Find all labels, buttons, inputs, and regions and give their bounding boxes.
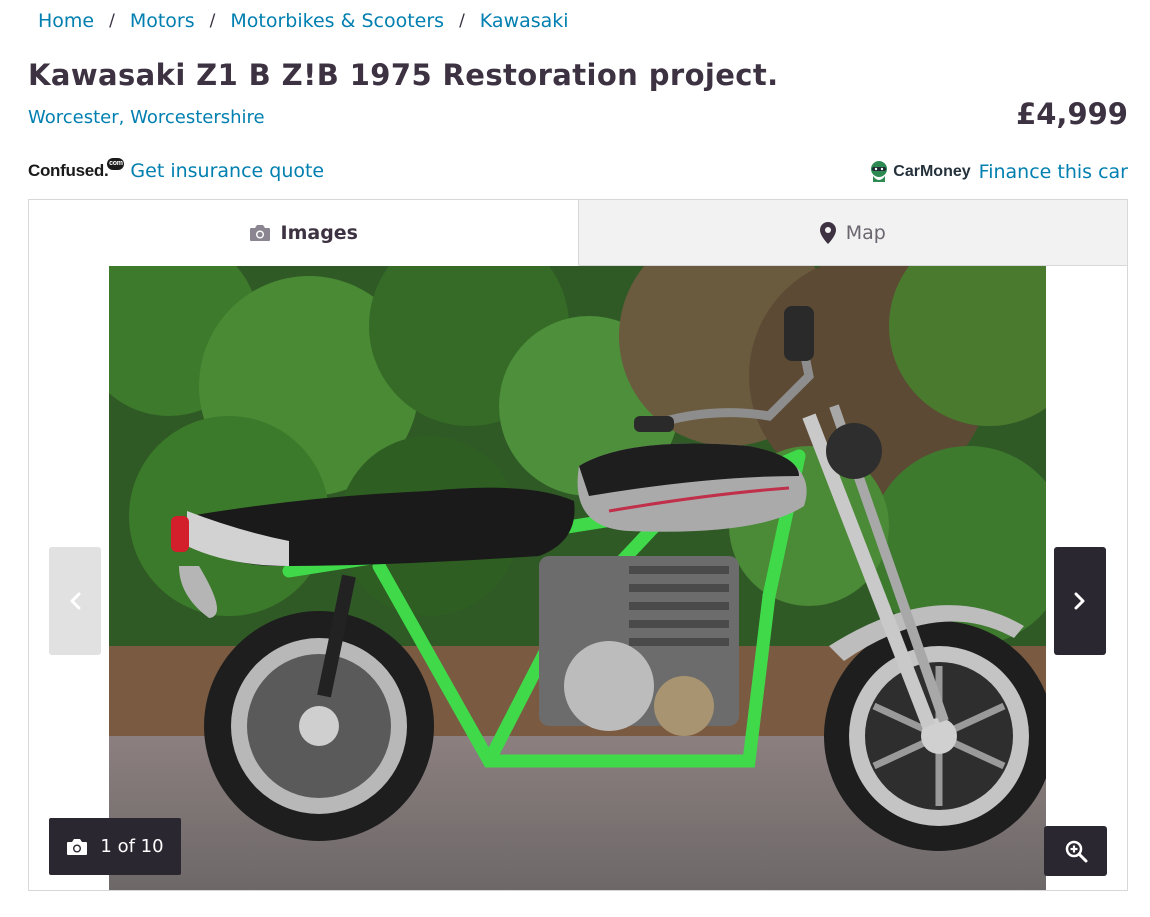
chevron-left-icon xyxy=(70,592,81,610)
zoom-button[interactable] xyxy=(1044,826,1107,876)
confused-logo: Confused. com xyxy=(28,158,125,180)
breadcrumb-home[interactable]: Home xyxy=(38,10,94,32)
breadcrumb-motorbikes-scooters[interactable]: Motorbikes & Scooters xyxy=(230,10,444,32)
map-pin-icon xyxy=(819,221,836,244)
listing-price: £4,999 xyxy=(1016,97,1128,131)
breadcrumb-separator: / xyxy=(109,11,115,31)
breadcrumb-separator: / xyxy=(459,11,465,31)
carmoney-mascot-icon xyxy=(871,161,888,182)
breadcrumb-kawasaki[interactable]: Kawasaki xyxy=(480,10,569,32)
finance-offer: CarMoney Finance this car xyxy=(869,160,1128,184)
insurance-quote: Confused. com Get insurance quote xyxy=(28,158,324,182)
chevron-right-icon xyxy=(1074,592,1085,610)
tab-map[interactable]: Map xyxy=(578,200,1127,266)
motorbike-photo xyxy=(109,266,1046,890)
listing-location[interactable]: Worcester, Worcestershire xyxy=(28,107,265,128)
carmoney-logo: CarMoney xyxy=(869,160,971,184)
camera-icon xyxy=(249,224,270,241)
tab-images[interactable]: Images xyxy=(29,200,579,266)
image-counter[interactable]: 1 of 10 xyxy=(49,818,181,875)
listing-gallery: Images Map 1 of 10 xyxy=(28,199,1128,891)
breadcrumb: Home / Motors / Motorbikes & Scooters / … xyxy=(38,10,569,32)
zoom-in-icon xyxy=(1065,840,1087,863)
finance-this-car-link[interactable]: Finance this car xyxy=(979,161,1128,183)
breadcrumb-motors[interactable]: Motors xyxy=(130,10,195,32)
listing-title: Kawasaki Z1 B Z!B 1975 Restoration proje… xyxy=(28,58,779,92)
next-image-button[interactable] xyxy=(1054,547,1106,655)
breadcrumb-separator: / xyxy=(209,11,216,31)
gallery-tabs: Images Map xyxy=(29,200,1127,266)
tab-map-label: Map xyxy=(845,221,886,244)
listing-photo[interactable] xyxy=(109,266,1046,890)
get-insurance-quote-link[interactable]: Get insurance quote xyxy=(130,160,324,182)
image-counter-text: 1 of 10 xyxy=(100,836,164,857)
camera-icon xyxy=(67,838,88,855)
tab-images-label: Images xyxy=(280,221,358,244)
previous-image-button[interactable] xyxy=(49,547,101,655)
